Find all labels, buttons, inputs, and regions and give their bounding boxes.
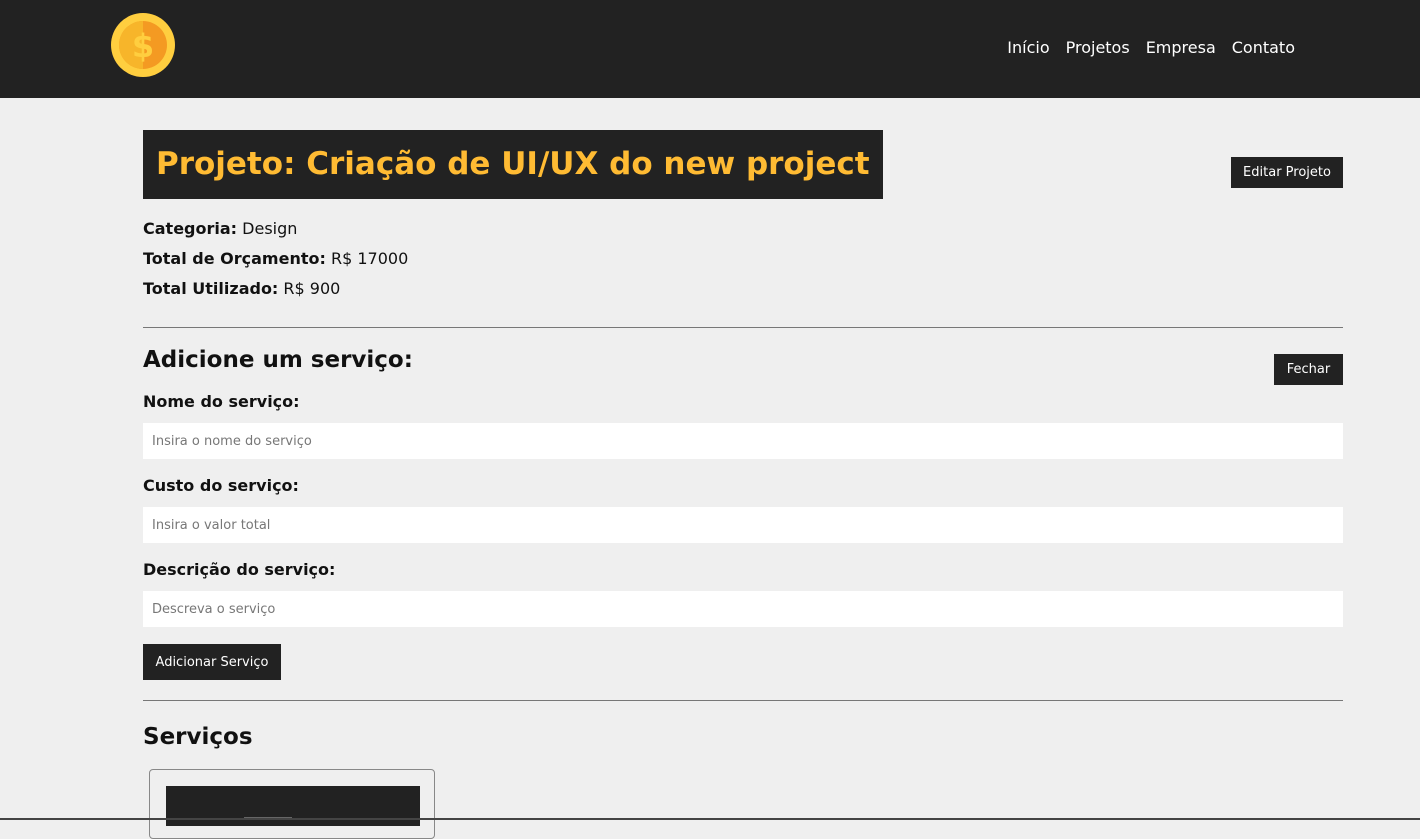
service-name-label: Nome do serviço: [143,392,300,411]
service-cost-input[interactable] [143,507,1343,543]
nav-item-projetos: Projetos [1066,36,1130,60]
service-description-input[interactable] [143,591,1343,627]
divider [143,700,1343,701]
service-description-group: Descrição do serviço: [143,558,1343,627]
add-service-heading: Adicione um serviço: [143,347,413,373]
close-button[interactable]: Fechar [1274,354,1343,385]
service-cost-group: Custo do serviço: [143,474,1343,543]
service-description-label: Descrição do serviço: [143,560,336,579]
project-title-row: Projeto: Criação de UI/UX do new project… [143,130,1343,199]
category-row: Categoria: Design [143,214,1343,244]
nav-link-inicio[interactable]: Início [1007,38,1049,57]
nav-link-projetos[interactable]: Projetos [1066,38,1130,57]
nav-menu: Início Projetos Empresa Contato [991,36,1295,60]
service-card[interactable] [149,769,435,839]
used-label: Total Utilizado: [143,279,279,298]
add-service-button[interactable]: Adicionar Serviço [143,644,281,680]
service-cost-label: Custo do serviço: [143,476,299,495]
category-value: Design [242,219,298,238]
budget-label: Total de Orçamento: [143,249,326,268]
category-label: Categoria: [143,219,238,238]
coin-logo-icon[interactable]: $ [111,13,175,77]
nav-link-empresa[interactable]: Empresa [1146,38,1216,57]
edit-project-button[interactable]: Editar Projeto [1231,157,1343,188]
nav-item-empresa: Empresa [1146,36,1216,60]
services-heading: Serviços [143,724,253,750]
budget-row: Total de Orçamento: R$ 17000 [143,244,1343,274]
service-name-input[interactable] [143,423,1343,459]
project-title: Projeto: Criação de UI/UX do new project [143,130,883,199]
nav-item-inicio: Início [1007,36,1049,60]
project-info: Categoria: Design Total de Orçamento: R$… [143,214,1343,304]
used-value: R$ 900 [283,279,341,298]
used-row: Total Utilizado: R$ 900 [143,274,1343,304]
service-form-header: Adicione um serviço: Fechar [143,328,1343,385]
nav-link-contato[interactable]: Contato [1232,38,1295,57]
navbar: $ Início Projetos Empresa Contato [0,0,1420,98]
service-name-group: Nome do serviço: [143,390,1343,459]
add-service-form: Nome do serviço: Custo do serviço: Descr… [143,390,1343,680]
service-card-header [166,786,420,826]
logo-dollar-symbol: $ [132,27,154,65]
nav-item-contato: Contato [1232,36,1295,60]
project-details: Projeto: Criação de UI/UX do new project… [143,130,1343,839]
budget-value: R$ 17000 [330,249,409,268]
